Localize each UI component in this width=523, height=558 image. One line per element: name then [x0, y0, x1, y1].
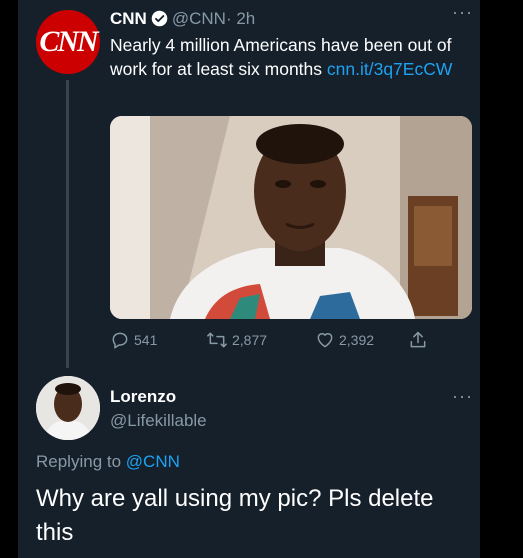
reply-more-icon[interactable]: ··· — [452, 386, 473, 407]
thread-line — [66, 80, 69, 368]
tweet-time[interactable]: · 2h — [226, 9, 255, 28]
photo-man-selfie — [110, 116, 472, 319]
tweet-photo[interactable] — [110, 116, 472, 319]
cnn-logo: CNN — [39, 25, 98, 58]
reply-icon — [112, 332, 128, 349]
avatar-photo — [36, 376, 100, 440]
lorenzo-avatar[interactable] — [36, 376, 100, 440]
retweet-icon — [207, 332, 227, 348]
share-action[interactable] — [408, 330, 428, 350]
twitter-screen: CNN CNN @CNN· 2h ··· Nearly 4 million Ame… — [18, 0, 480, 558]
reply-author-handle[interactable]: @Lifekillable — [110, 411, 207, 431]
reply-action[interactable]: 541 — [110, 330, 157, 350]
tweet-header: CNN @CNN· 2h — [110, 8, 255, 30]
tweet-text: Nearly 4 million Americans have been out… — [110, 34, 460, 81]
replying-to-handle[interactable]: @CNN — [126, 452, 180, 471]
author-handle[interactable]: @CNN — [172, 9, 226, 28]
retweet-count: 2,877 — [232, 332, 268, 348]
author-name[interactable]: CNN — [110, 9, 147, 28]
like-action[interactable]: 2,392 — [315, 330, 374, 350]
share-icon — [410, 331, 426, 348]
cnn-avatar[interactable]: CNN — [36, 10, 100, 74]
tweet-link[interactable]: cnn.it/3q7EcCW — [327, 59, 452, 79]
replying-to: Replying to @CNN — [36, 452, 180, 472]
replying-prefix: Replying to — [36, 452, 126, 471]
tweet-actions: 541 2,877 2,392 — [110, 330, 450, 354]
like-count: 2,392 — [339, 332, 375, 348]
reply-text: Why are yall using my pic? Pls delete th… — [36, 485, 434, 546]
retweet-action[interactable]: 2,877 — [206, 330, 267, 350]
verified-icon — [151, 10, 168, 26]
more-icon[interactable]: ··· — [452, 2, 473, 23]
reply-count: 541 — [134, 332, 158, 348]
reply-author-name[interactable]: Lorenzo — [110, 387, 176, 407]
like-icon — [317, 333, 333, 348]
